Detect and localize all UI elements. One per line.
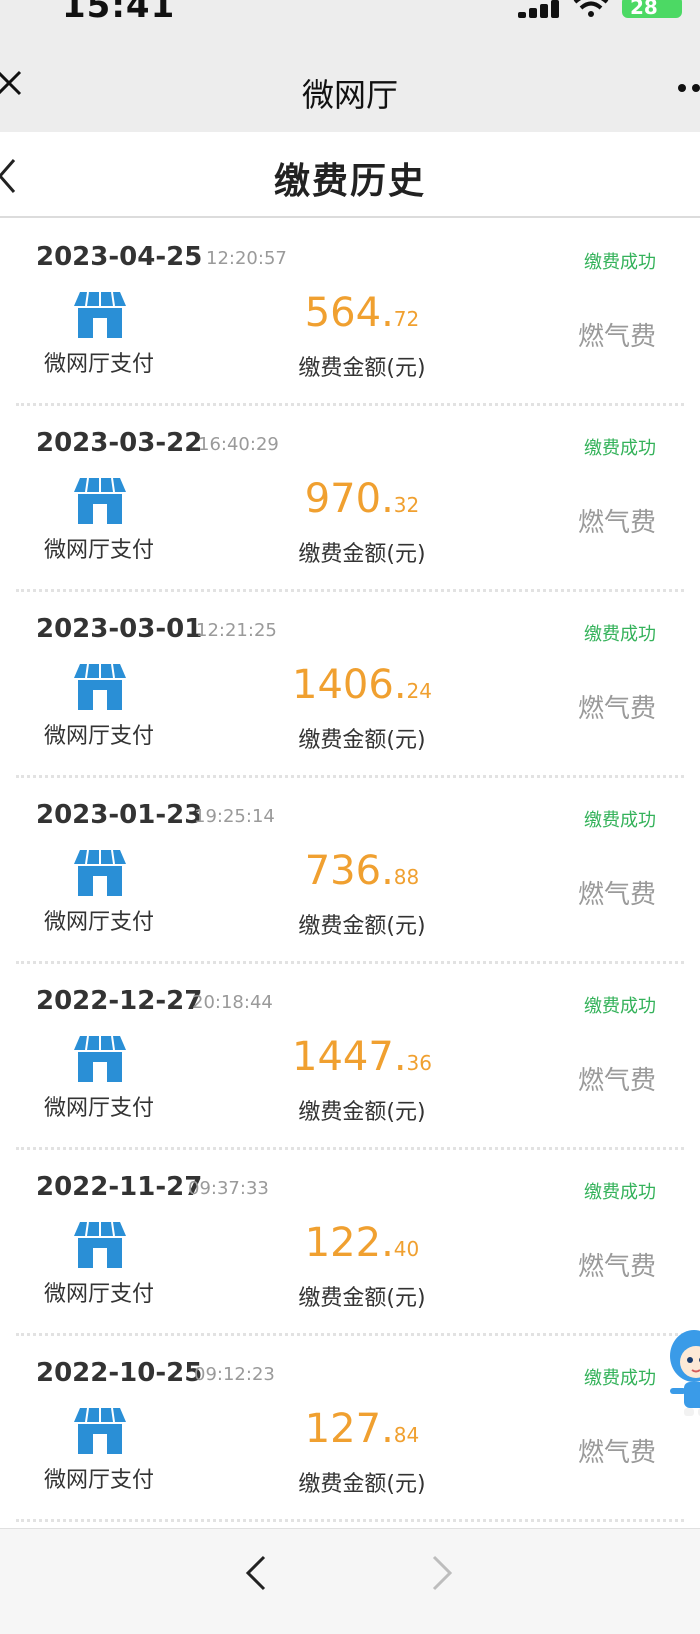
shop-icon [74,850,126,896]
shop-icon [74,1408,126,1454]
record-time: 12:20:57 [206,248,287,269]
record-status: 缴费成功 [584,438,656,459]
record-date: 2022-12-27 [36,986,203,1016]
amount-integer: 970. [304,476,394,522]
amount-label: 缴费金额(元) [298,728,426,753]
amount-integer: 1406. [292,662,407,708]
record-date: 2023-03-22 [36,428,203,458]
shop-icon [74,1036,126,1082]
record-status: 缴费成功 [584,1368,656,1389]
record-status: 缴费成功 [584,1182,656,1203]
amount-label: 缴费金额(元) [298,542,426,567]
amount-integer: 736. [304,848,394,894]
record-type: 燃气费 [577,508,656,538]
signal-icon [518,0,562,18]
status-time: 15:41 [62,0,176,26]
amount-integer: 122. [304,1220,394,1266]
amount-label: 缴费金额(元) [298,1472,426,1497]
amount-decimal: 32 [393,493,420,517]
record-channel: 微网厅支付 [44,910,155,935]
record-date: 2023-01-23 [36,800,203,830]
amount-decimal: 24 [406,679,432,703]
mascot-icon[interactable] [666,1326,700,1418]
amount-decimal: 72 [393,307,420,331]
more-icon[interactable] [678,84,700,94]
battery-indicator: 28 [622,0,682,18]
payment-record[interactable]: 2023-03-01 12:21:25 缴费成功 微网厅支付 1406.24 缴… [16,592,684,778]
amount-integer: 1447. [292,1034,407,1080]
amount-integer: 564. [304,290,394,336]
payment-record[interactable]: 2022-12-27 20:18:44 缴费成功 微网厅支付 1447.36 缴… [16,964,684,1150]
record-status: 缴费成功 [584,810,656,831]
record-amount: 122.40 [282,1220,442,1266]
page-header: 缴费历史 [0,132,700,218]
nav-forward-icon[interactable] [428,1553,456,1593]
shop-icon [74,478,126,524]
amount-label: 缴费金额(元) [298,356,426,381]
amount-decimal: 36 [406,1051,432,1075]
payment-record[interactable]: 2022-11-27 09:37:33 缴费成功 微网厅支付 122.40 缴费… [16,1150,684,1336]
shop-icon [74,1222,126,1268]
record-type: 燃气费 [577,880,656,910]
record-amount: 564.72 [282,290,442,336]
wechat-title: 微网厅 [301,76,398,114]
record-channel: 微网厅支付 [44,538,155,563]
amount-decimal: 88 [393,865,420,889]
record-type: 燃气费 [577,322,656,352]
record-date: 2022-11-27 [36,1172,203,1202]
record-time: 20:18:44 [192,992,273,1013]
record-channel: 微网厅支付 [44,724,155,749]
record-type: 燃气费 [577,1252,656,1282]
record-amount: 127.84 [282,1406,442,1452]
amount-decimal: 84 [393,1423,420,1447]
record-type: 燃气费 [577,1066,656,1096]
status-bar: 15:41 28 [0,0,700,40]
shop-icon [74,292,126,338]
record-date: 2023-03-01 [36,614,203,644]
payment-record[interactable]: 2023-04-25 12:20:57 缴费成功 微网厅支付 564.72 缴费… [16,220,684,406]
amount-label: 缴费金额(元) [298,1286,426,1311]
record-date: 2023-04-25 [36,242,203,272]
payment-history-list: 2023-04-25 12:20:57 缴费成功 微网厅支付 564.72 缴费… [0,220,700,1522]
record-amount: 736.88 [282,848,442,894]
amount-decimal: 40 [393,1237,420,1261]
nav-back-icon[interactable] [242,1553,270,1593]
page-title: 缴费历史 [273,161,426,202]
record-channel: 微网厅支付 [44,1282,155,1307]
record-time: 16:40:29 [198,434,279,455]
payment-record[interactable]: 2023-03-22 16:40:29 缴费成功 微网厅支付 970.32 缴费… [16,406,684,592]
wifi-icon [573,0,609,17]
payment-record[interactable]: 2023-01-23 19:25:14 缴费成功 微网厅支付 736.88 缴费… [16,778,684,964]
amount-label: 缴费金额(元) [298,914,426,939]
record-amount: 1406.24 [282,662,442,708]
amount-integer: 127. [304,1406,394,1452]
wechat-title-bar: 微网厅 [0,40,700,132]
record-time: 19:25:14 [194,806,275,827]
record-status: 缴费成功 [584,252,656,273]
record-amount: 970.32 [282,476,442,522]
amount-label: 缴费金额(元) [298,1100,426,1125]
record-channel: 微网厅支付 [44,352,155,377]
record-type: 燃气费 [577,694,656,724]
record-channel: 微网厅支付 [44,1096,155,1121]
record-amount: 1447.36 [282,1034,442,1080]
record-type: 燃气费 [577,1438,656,1468]
payment-record[interactable]: 2022-10-25 09:12:23 缴费成功 微网厅支付 127.84 缴费… [16,1336,684,1522]
record-date: 2022-10-25 [36,1358,203,1388]
browser-nav-bar [0,1528,700,1634]
record-status: 缴费成功 [584,996,656,1017]
shop-icon [74,664,126,710]
record-time: 09:37:33 [188,1178,269,1199]
record-channel: 微网厅支付 [44,1468,155,1493]
record-time: 09:12:23 [194,1364,275,1385]
record-time: 12:21:25 [196,620,277,641]
record-status: 缴费成功 [584,624,656,645]
